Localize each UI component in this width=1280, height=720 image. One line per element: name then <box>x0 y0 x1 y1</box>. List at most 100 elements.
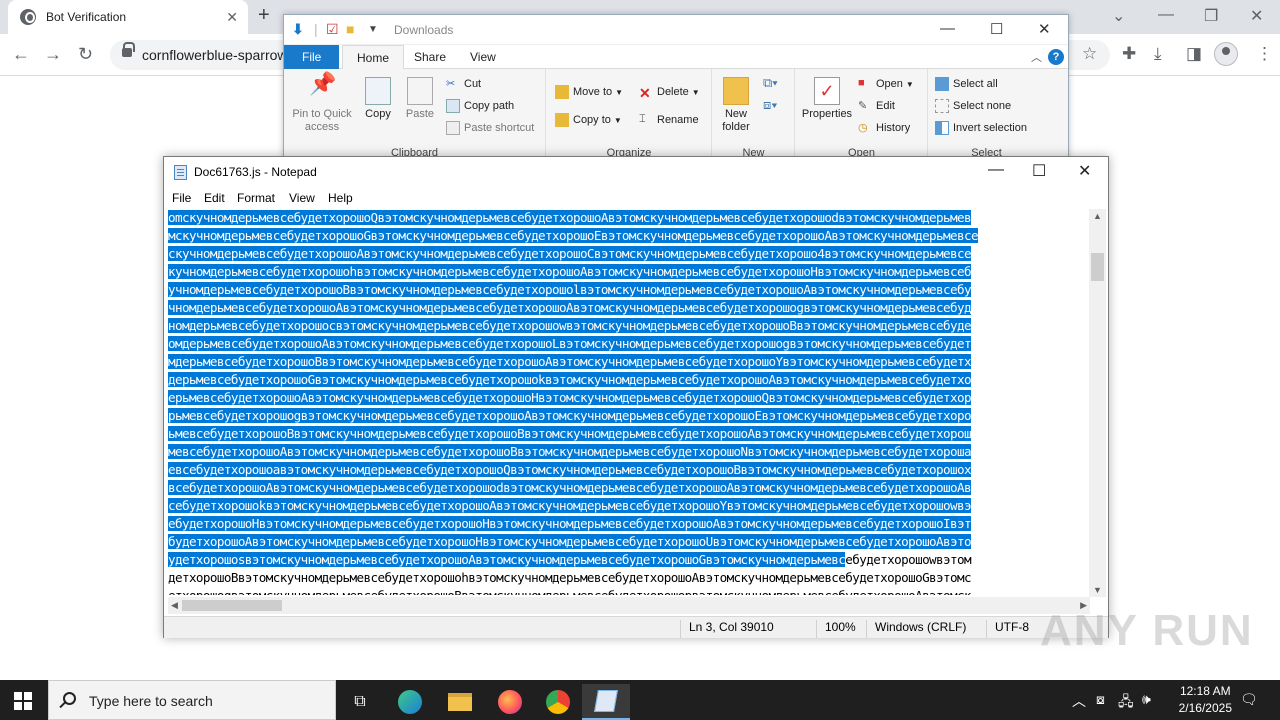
taskbar-search-box[interactable]: Type here to search <box>48 680 336 720</box>
scissors-icon: ✂ <box>446 78 456 90</box>
encoding: UTF-8 <box>986 620 1029 638</box>
vertical-scroll-thumb[interactable] <box>1091 253 1104 281</box>
text-line: етхорошоgвэтомскучномдерьмевсебудетхорош… <box>168 587 1090 595</box>
help-icon[interactable]: ? <box>1048 49 1064 65</box>
meet-now-icon[interactable]: ⧇ <box>1096 691 1105 708</box>
tab-home[interactable]: Home <box>342 45 405 69</box>
copy-button[interactable]: Copy <box>360 77 396 121</box>
select-none-button[interactable]: Select none <box>935 99 1011 113</box>
chrome-icon[interactable] <box>534 684 582 720</box>
menu-icon[interactable]: ⋮ <box>1256 44 1273 64</box>
extensions-icon[interactable]: ✚ <box>1122 44 1136 64</box>
quick-access-dropdown-icon[interactable]: ▼ <box>368 24 378 35</box>
volume-icon[interactable]: 🕪 <box>1142 691 1151 708</box>
edge-icon[interactable] <box>386 684 434 720</box>
new-folder-icon <box>723 77 749 105</box>
text-line-selected: omскучномдерьмевсебудетхорошоQвэтомскучн… <box>168 210 972 225</box>
notepad-taskbar-icon[interactable] <box>582 684 630 720</box>
tab-search-icon[interactable]: ⌄ <box>1112 6 1125 26</box>
select-all-button[interactable]: Select all <box>935 77 998 91</box>
explorer-maximize-icon[interactable]: ☐ <box>990 20 1003 38</box>
history-button[interactable]: ◷ History <box>858 121 910 135</box>
paste-button[interactable]: Paste <box>402 77 438 121</box>
search-placeholder: Type here to search <box>89 693 213 709</box>
notepad-window: Doc61763.js - Notepad — ☐ ✕ File Edit Fo… <box>163 156 1109 638</box>
download-icon[interactable]: ⤓ <box>1154 44 1162 64</box>
copy-path-button[interactable]: Copy path <box>446 99 514 113</box>
file-explorer-taskbar-icon[interactable] <box>436 684 484 720</box>
notifications-icon[interactable]: 🗨 <box>1240 691 1258 708</box>
notepad-maximize-icon[interactable]: ☐ <box>1032 161 1046 181</box>
restore-icon[interactable]: ❐ <box>1204 6 1218 26</box>
desktop: Bot Verification ✕ + ⌄ — ❐ ✕ ← → ↻ cornf… <box>0 0 1280 720</box>
text-line-selected: учномдерьмевсебудетхорошоBвэтомскучномде… <box>168 282 972 297</box>
tab-view[interactable]: View <box>456 45 510 69</box>
menu-edit[interactable]: Edit <box>204 191 225 205</box>
task-view-icon[interactable]: ⧉ <box>336 684 384 720</box>
network-icon[interactable]: 🖧 <box>1118 691 1134 715</box>
scroll-left-icon[interactable]: ◀ <box>171 600 178 611</box>
tab-favicon-icon <box>20 9 36 25</box>
back-icon[interactable]: ← <box>12 44 30 65</box>
text-line-selected: ерьмевсебудетхорошоAвэтомскучномдерьмевс… <box>168 390 972 405</box>
zoom-level: 100% <box>816 620 856 638</box>
windows-start-icon[interactable] <box>14 692 32 710</box>
delete-x-icon: ✕ <box>639 85 651 101</box>
bookmark-star-icon[interactable]: ☆ <box>1082 44 1097 64</box>
easy-access-icon[interactable]: ⧈▾ <box>763 97 778 113</box>
text-line-selected: ебудетхорошоHвэтомскучномдерьмевсебудетх… <box>168 516 972 531</box>
text-line-selected: дерьмевсебудетхорошоGвэтомскучномдерьмев… <box>168 372 972 387</box>
scroll-up-icon[interactable]: ▲ <box>1093 211 1102 221</box>
new-tab-button[interactable]: + <box>258 4 270 27</box>
rename-button[interactable]: ⌶ Rename <box>639 113 699 127</box>
reload-icon[interactable]: ↻ <box>78 44 93 65</box>
tab-share[interactable]: Share <box>400 45 460 69</box>
forward-icon[interactable]: → <box>44 44 62 65</box>
new-folder-quick-icon[interactable]: ■ <box>346 21 354 37</box>
vertical-scrollbar[interactable]: ▲ ▼ <box>1089 209 1106 597</box>
move-to-icon <box>555 85 569 99</box>
collapse-ribbon-icon[interactable]: ︿ <box>1031 49 1042 65</box>
rename-icon: ⌶ <box>639 113 646 125</box>
notepad-status-bar: Ln 3, Col 39010 100% Windows (CRLF) UTF-… <box>164 616 1108 638</box>
notepad-text-area[interactable]: omскучномдерьмевсебудетхорошоQвэтомскучн… <box>168 209 1090 595</box>
menu-format[interactable]: Format <box>237 191 275 205</box>
menu-help[interactable]: Help <box>328 191 353 205</box>
tray-overflow-icon[interactable]: ︿ <box>1072 691 1086 711</box>
new-folder-button[interactable]: New folder <box>717 77 755 134</box>
minimize-icon[interactable]: — <box>1158 6 1174 24</box>
horizontal-scrollbar[interactable]: ◀ ▶ <box>168 597 1090 614</box>
delete-button[interactable]: ✕ Delete ▼ <box>639 85 700 101</box>
paste-shortcut-icon <box>446 121 460 135</box>
cut-button[interactable]: ✂ Cut <box>446 77 481 91</box>
menu-view[interactable]: View <box>289 191 315 205</box>
clock-date: 2/16/2025 <box>1178 701 1232 715</box>
profile-avatar[interactable] <box>1214 42 1238 66</box>
explorer-close-icon[interactable]: ✕ <box>1038 20 1051 38</box>
tab-title: Bot Verification <box>46 10 127 24</box>
notepad-close-icon[interactable]: ✕ <box>1078 161 1091 181</box>
menu-file[interactable]: File <box>172 191 191 205</box>
close-window-icon[interactable]: ✕ <box>1250 6 1263 26</box>
edit-button[interactable]: ✎ Edit <box>858 99 895 113</box>
clock[interactable]: 12:18 AM 2/16/2025 <box>1179 683 1232 717</box>
firefox-icon[interactable] <box>486 684 534 720</box>
copy-to-button[interactable]: Copy to ▼ <box>555 113 622 127</box>
watermark-logo: ANY RUN <box>1040 606 1254 655</box>
tab-file[interactable]: File <box>284 45 340 69</box>
tab-close-icon[interactable]: ✕ <box>226 9 238 26</box>
properties-quick-icon[interactable]: ☑ <box>326 21 339 38</box>
open-button[interactable]: ■ Open ▼ <box>858 77 914 91</box>
horizontal-scroll-thumb[interactable] <box>182 600 282 611</box>
invert-selection-button[interactable]: Invert selection <box>935 121 1027 135</box>
browser-tab[interactable]: Bot Verification ✕ <box>8 0 248 34</box>
pin-quick-access-button[interactable]: 📌 Pin to Quick access <box>290 73 354 134</box>
new-item-icon[interactable]: ⧉▾ <box>763 75 778 91</box>
explorer-minimize-icon[interactable]: — <box>940 20 955 37</box>
properties-button[interactable]: ✓ Properties <box>798 77 856 121</box>
move-to-button[interactable]: Move to ▼ <box>555 85 623 99</box>
paste-shortcut-button[interactable]: Paste shortcut <box>446 121 534 135</box>
side-panel-icon[interactable]: ◨ <box>1186 44 1202 64</box>
notepad-minimize-icon[interactable]: — <box>988 161 1004 179</box>
scroll-down-icon[interactable]: ▼ <box>1093 585 1102 595</box>
